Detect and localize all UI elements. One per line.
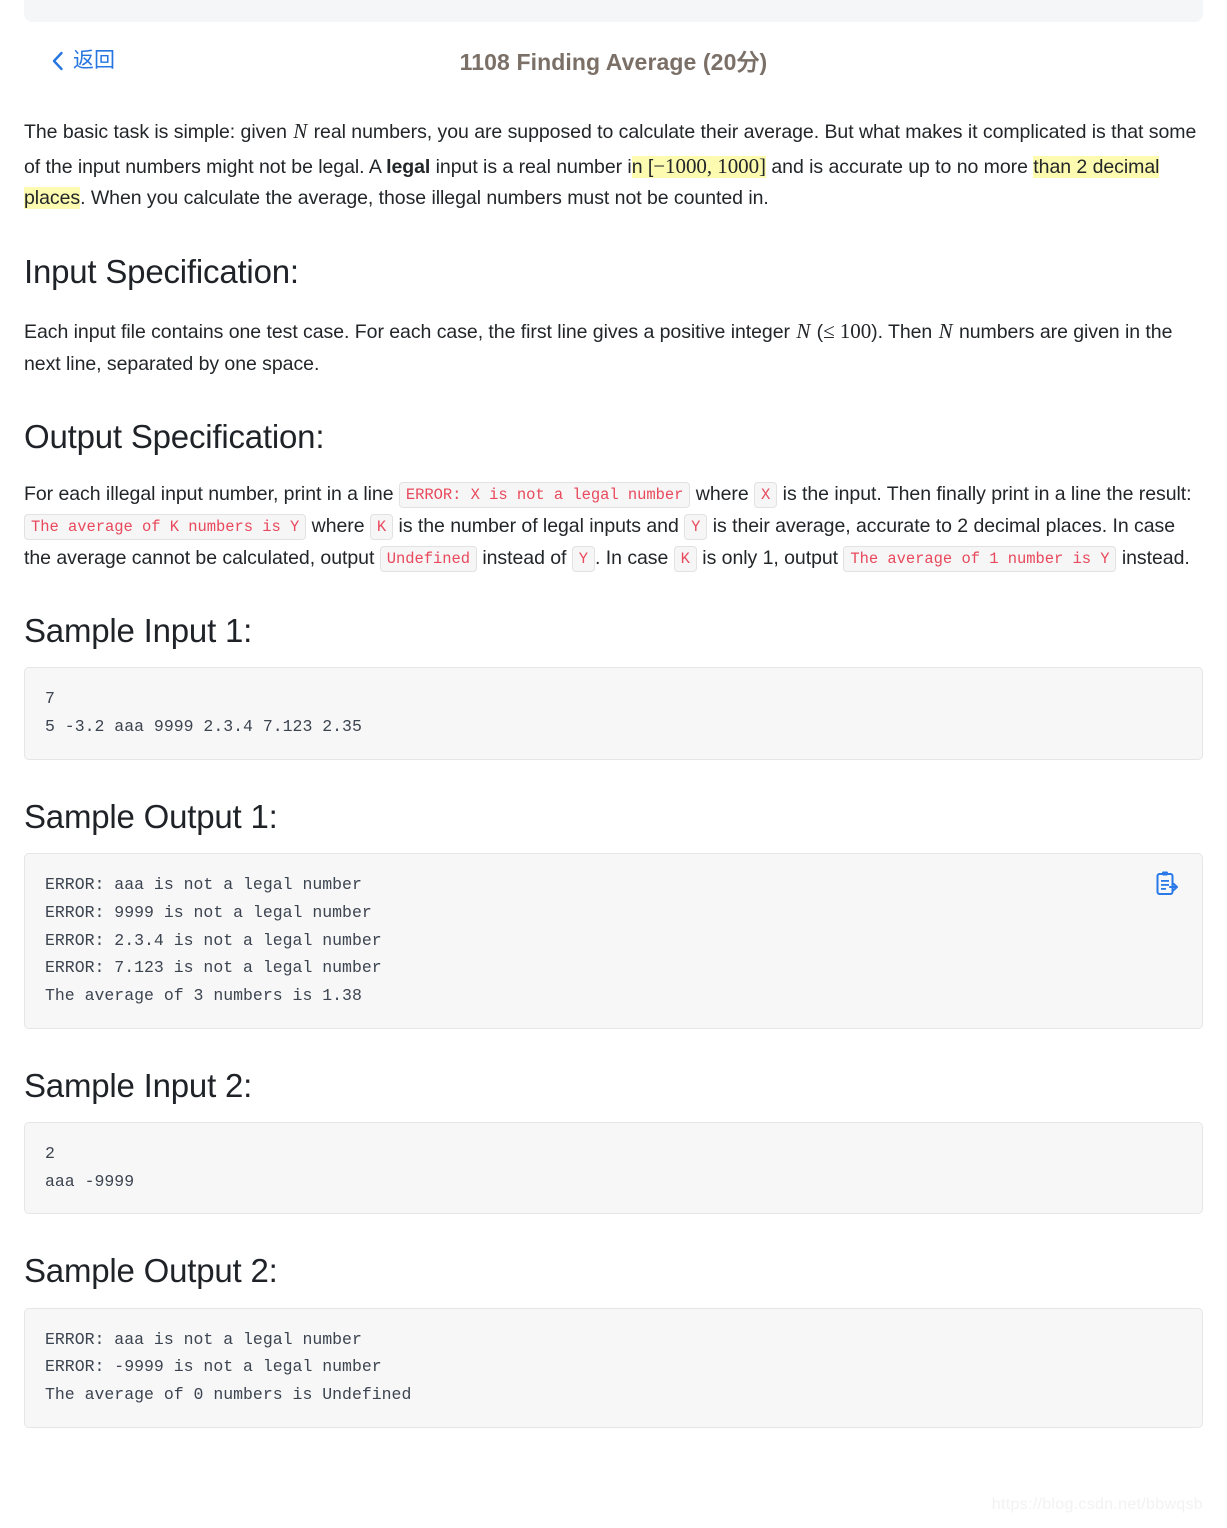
output-spec-text-10: instead. <box>1116 546 1190 569</box>
code-k-2: K <box>673 545 697 572</box>
input-spec-text-2: ( <box>811 320 824 343</box>
input-specification-heading: Input Specification: <box>24 252 299 290</box>
output-spec-text-9: is only 1, output <box>696 546 844 569</box>
intro-highlight-text-a: n [ <box>631 155 654 178</box>
sample-input-2-code: 2 aaa -9999 <box>24 1121 1203 1215</box>
code-single-average-format: The average of 1 number is Y <box>843 545 1117 572</box>
sample-output-2-code: ERROR: aaa is not a legal number ERROR: … <box>24 1307 1203 1428</box>
intro-highlight-text-b: −1000, <box>653 153 718 178</box>
output-specification-paragraph: For each illegal input number, print in … <box>24 479 1203 574</box>
sample-output-1-heading: Sample Output 1: <box>24 797 278 835</box>
code-x: X <box>754 482 778 509</box>
input-spec-text-1: Each input file contains one test case. … <box>24 320 796 343</box>
sample-input-2-heading: Sample Input 2: <box>24 1066 253 1104</box>
sample-output-1-block: ERROR: aaa is not a legal number ERROR: … <box>24 853 1203 1029</box>
intro-math-n1: N <box>293 119 308 143</box>
problem-page: 返回 1108 Finding Average (20分) The basic … <box>0 0 1227 1428</box>
code-error-format: ERROR: X is not a legal number <box>398 482 691 509</box>
output-specification-heading: Output Specification: <box>24 418 325 456</box>
intro-highlight-range-open: n [−1000, 1000] <box>631 153 766 178</box>
code-y-2: Y <box>571 545 596 572</box>
page-title: 1108 Finding Average (20分) <box>459 49 768 75</box>
intro-highlight-text-c: 1000] <box>717 153 766 178</box>
output-spec-text-2: where <box>690 483 755 506</box>
intro-text-3: input is a real number i <box>430 155 632 178</box>
output-spec-text-1: For each illegal input number, print in … <box>24 483 399 506</box>
output-spec-text-8: . In case <box>595 546 674 569</box>
output-spec-text-3: is the input. Then finally print in a li… <box>777 483 1192 506</box>
watermark: https://blog.csdn.net/bbwqsb <box>991 1496 1203 1513</box>
input-specification-paragraph: Each input file contains one test case. … <box>24 314 1203 380</box>
code-k: K <box>369 513 394 540</box>
intro-bold-legal: legal <box>386 155 431 178</box>
input-spec-math-n2: N <box>938 318 953 343</box>
input-spec-math-limit: ≤ 100 <box>823 318 872 343</box>
back-link[interactable]: 返回 <box>51 50 115 71</box>
sample-output-1-code: ERROR: aaa is not a legal number ERROR: … <box>45 875 382 1005</box>
output-spec-text-7: instead of <box>476 546 572 569</box>
intro-paragraph: The basic task is simple: given N real n… <box>24 114 1203 215</box>
code-undefined: Undefined <box>379 545 477 572</box>
input-spec-text-3: ). Then <box>871 320 938 343</box>
page-header: 返回 1108 Finding Average (20分) <box>24 46 1203 92</box>
output-spec-text-5: is the number of legal inputs and <box>393 514 685 537</box>
output-spec-text-4: where <box>306 514 370 537</box>
code-average-format: The average of K numbers is Y <box>24 513 307 540</box>
sample-output-2-heading: Sample Output 2: <box>24 1252 278 1290</box>
intro-text-4: and is accurate up to no more <box>766 155 1034 178</box>
chevron-left-icon <box>51 51 64 71</box>
intro-text-1: The basic task is simple: given <box>24 121 293 143</box>
sample-input-1-code: 7 5 -3.2 aaa 9999 2.3.4 7.123 2.35 <box>24 667 1203 760</box>
sample-input-1-heading: Sample Input 1: <box>24 612 253 650</box>
copy-to-clipboard-icon[interactable] <box>1154 870 1180 898</box>
back-link-label: 返回 <box>73 49 115 72</box>
code-y: Y <box>684 513 708 540</box>
input-spec-math-n1: N <box>796 318 811 343</box>
intro-text-5: . When you calculate the average, those … <box>80 187 769 210</box>
